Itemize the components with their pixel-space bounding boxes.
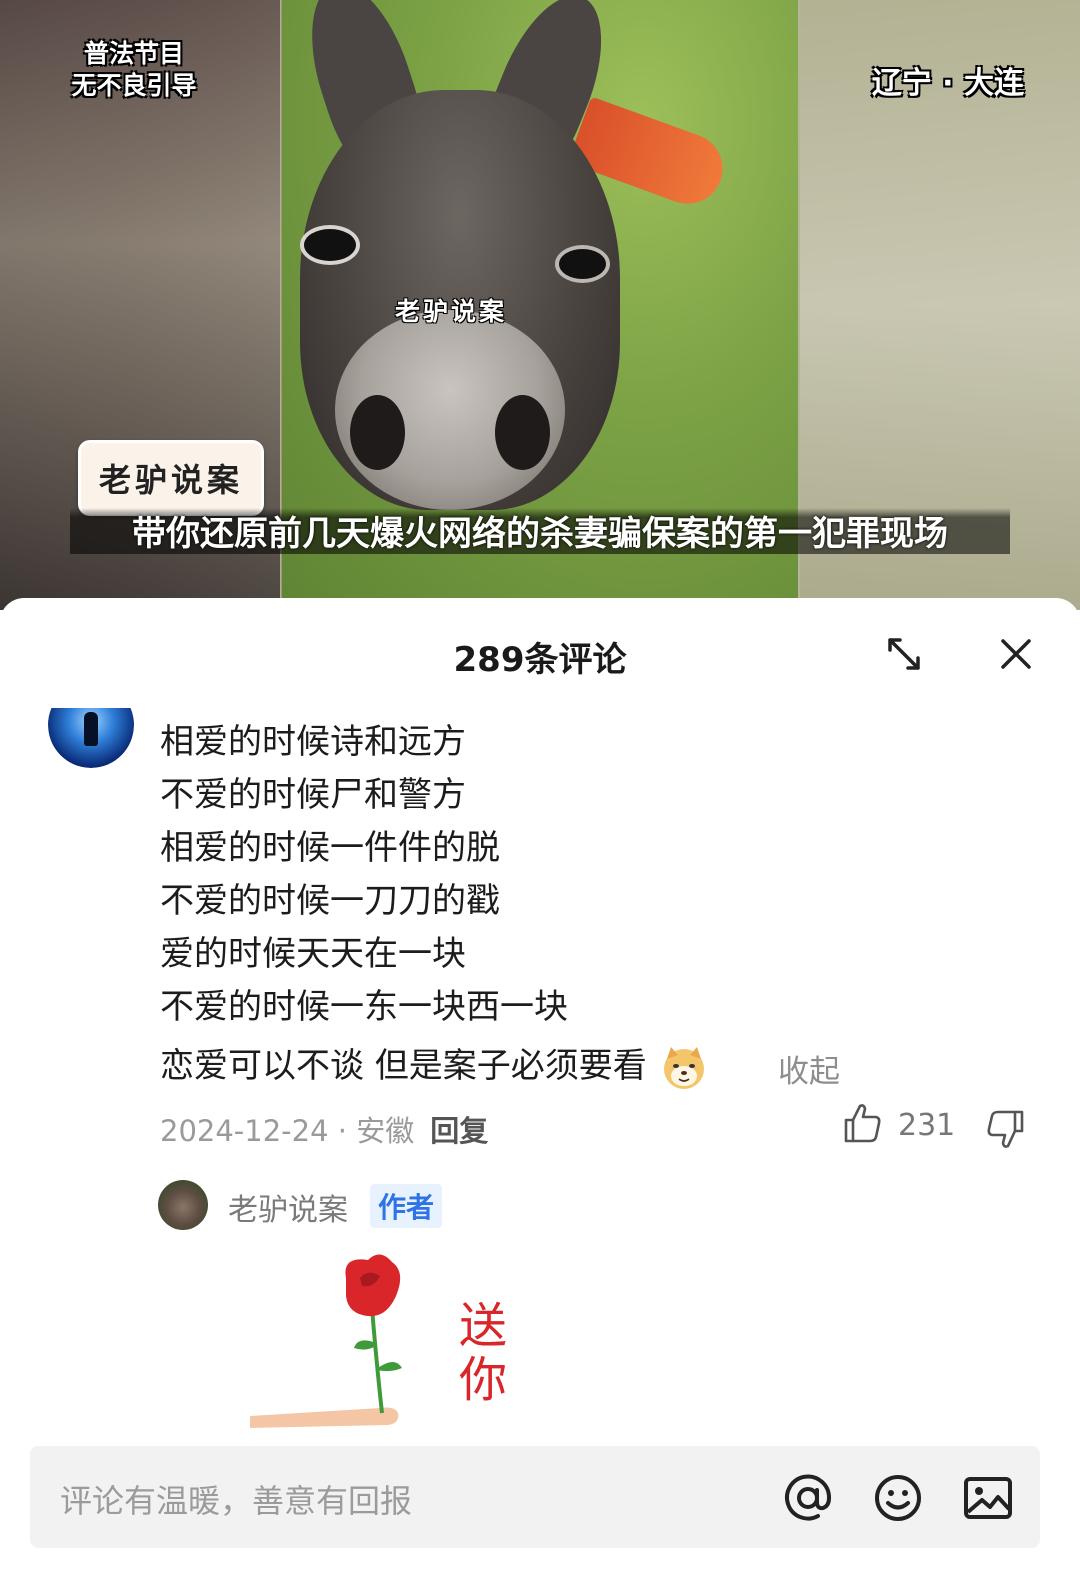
emoji-icon[interactable] (872, 1472, 924, 1524)
program-tag-line2: 无不良引导 (71, 71, 197, 100)
video-watermark: 老驴说案 (395, 297, 508, 326)
program-tag: 普法节目 无不良引导 (54, 38, 214, 102)
close-icon (1001, 639, 1031, 669)
author-name[interactable]: 老驴说案 (228, 1185, 348, 1229)
comment-meta: 2024-12-24 · 安徽 回复 (160, 1108, 488, 1150)
meta-separator: · (328, 1114, 357, 1148)
comment-last-line-text: 恋爱可以不谈 但是案子必须要看 (160, 1046, 647, 1086)
comment-input-bar[interactable]: 评论有温暖，善意有回报 (30, 1446, 1040, 1548)
channel-badge: 老驴说案 (78, 440, 265, 516)
expand-icon (888, 638, 920, 670)
author-avatar[interactable] (158, 1180, 208, 1230)
rose-sticker-image: 送你一 (250, 1254, 507, 1428)
reply-button[interactable]: 回复 (430, 1114, 488, 1148)
image-icon[interactable] (962, 1472, 1014, 1524)
video-subtitle: 带你还原前几天爆火网络的杀妻骗保案的第一犯罪现场 (70, 508, 1010, 554)
thumbs-down-icon[interactable] (986, 1108, 1026, 1150)
comment-input[interactable]: 评论有温暖，善意有回报 (60, 1476, 412, 1522)
program-tag-line1: 普法节目 (83, 39, 184, 68)
like-count: 231 (898, 1108, 956, 1143)
donkey-eye-right (555, 245, 610, 283)
comment-line: 相爱的时候诗和远方 (160, 722, 466, 762)
donkey-eye-left (300, 225, 360, 265)
donkey-nostril-left (350, 395, 405, 470)
doge-emoji-icon (663, 1046, 704, 1089)
close-button[interactable] (996, 634, 1036, 674)
author-badge: 作者 (370, 1184, 443, 1228)
video-player[interactable]: 普法节目 无不良引导 辽宁 · 大连 老驴说案 老驴说案 带你还原前几天爆火网络… (0, 0, 1080, 610)
comment-region: 安徽 (356, 1114, 415, 1148)
comment-line: 不爱的时候一东一块西一块 (160, 987, 568, 1027)
at-icon[interactable] (782, 1472, 834, 1524)
comment-line: 不爱的时候一刀刀的戳 (160, 881, 500, 921)
comment-text: 相爱的时候诗和远方 不爱的时候尸和警方 相爱的时候一件件的脱 不爱的时候一刀刀的… (160, 716, 568, 1034)
comment-last-line: 恋爱可以不谈 但是案子必须要看 (160, 1038, 707, 1091)
donkey-nostril-right (495, 395, 550, 470)
collapse-link[interactable]: 收起 (778, 1046, 840, 1091)
location-tag: 辽宁 · 大连 (871, 66, 1024, 101)
comment-line: 相爱的时候一件件的脱 (160, 828, 500, 868)
comments-sheet: 289条评论 相爱的时候诗和远方 不爱的时候尸和警方 相爱的时候一件件的脱 不爱… (0, 598, 1080, 1582)
rose-sticker[interactable]: 送你一 (250, 1248, 520, 1428)
thumbs-up-icon[interactable] (842, 1102, 882, 1144)
commenter-avatar[interactable] (48, 708, 134, 768)
comment-line: 不爱的时候尸和警方 (160, 775, 466, 815)
sticker-text: 送你一 (450, 1300, 507, 1428)
comment-line: 爱的时候天天在一块 (160, 934, 466, 974)
expand-button[interactable] (884, 634, 924, 674)
comment-date: 2024-12-24 (160, 1114, 329, 1148)
